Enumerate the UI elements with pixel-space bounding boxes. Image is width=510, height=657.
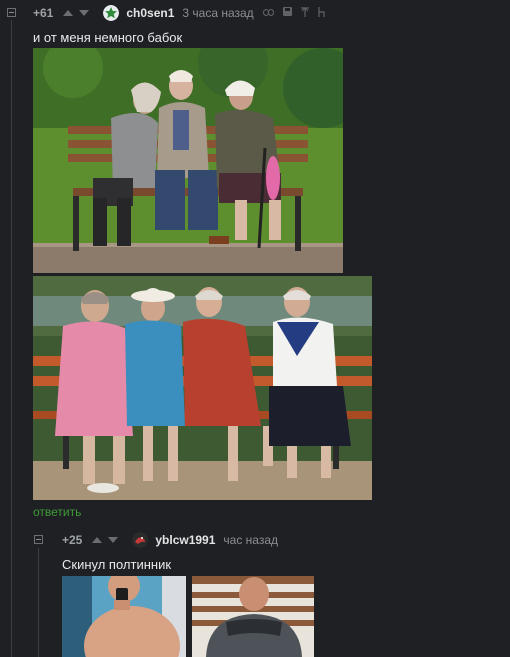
thread-line — [38, 548, 39, 657]
downvote-icon[interactable] — [108, 537, 119, 543]
comment-image[interactable] — [33, 276, 372, 500]
save-icon[interactable] — [282, 7, 292, 19]
thread-line — [11, 20, 12, 657]
downvote-icon[interactable] — [79, 10, 90, 16]
reply-link[interactable]: ответить — [33, 505, 81, 519]
collapse-thread-button[interactable] — [34, 535, 43, 544]
comment-text: и от меня немного бабок — [33, 30, 183, 45]
comment-username[interactable]: yblcw1991 — [155, 533, 215, 547]
comment-image[interactable] — [192, 576, 314, 657]
branch-icon[interactable] — [318, 6, 326, 20]
collapse-thread-button[interactable] — [7, 8, 16, 17]
comment-header: +61 ch0sen1 3 часа назад — [33, 4, 326, 22]
comment-rating: +25 — [62, 533, 83, 547]
comment-username[interactable]: ch0sen1 — [126, 6, 174, 20]
comment-image[interactable] — [62, 576, 186, 657]
link-icon[interactable] — [262, 8, 274, 19]
comment-header: +25 yblcw1991 час назад — [62, 531, 278, 549]
avatar[interactable] — [132, 532, 149, 548]
upvote-icon[interactable] — [92, 537, 103, 543]
comment-time[interactable]: час назад — [223, 533, 278, 547]
comment-time[interactable]: 3 часа назад — [182, 6, 253, 20]
upvote-icon[interactable] — [63, 10, 74, 16]
comment-image[interactable] — [33, 48, 343, 273]
comment-text: Скинул полтинник — [62, 557, 172, 572]
comment-rating: +61 — [33, 6, 54, 20]
avatar[interactable] — [103, 5, 120, 21]
pin-icon[interactable] — [300, 6, 309, 20]
